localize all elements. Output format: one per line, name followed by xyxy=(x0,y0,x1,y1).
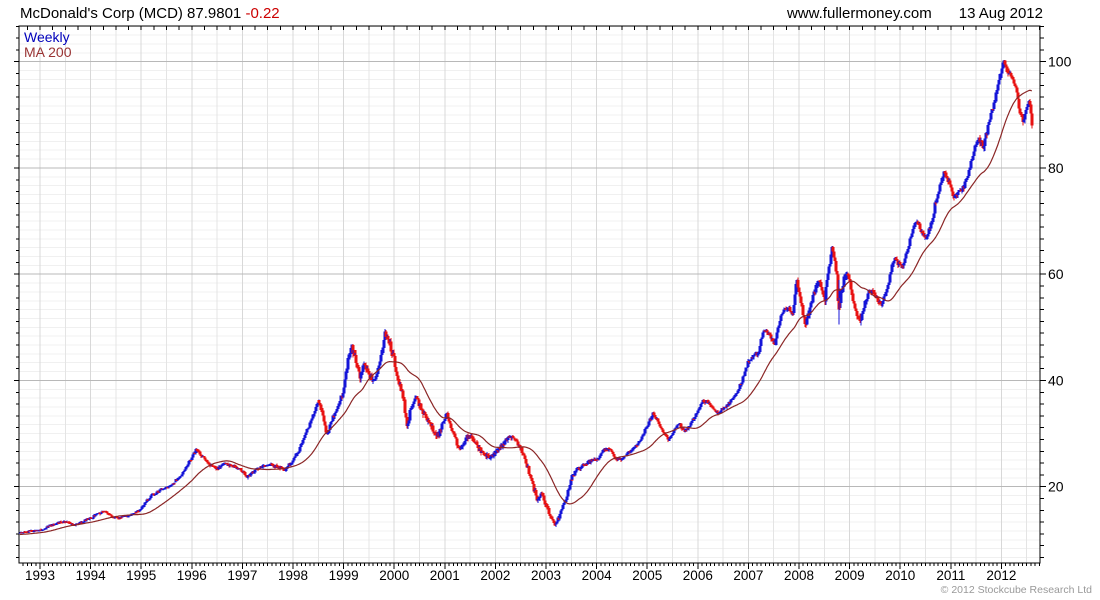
svg-text:2010: 2010 xyxy=(885,568,915,583)
instrument-title: McDonald's Corp (MCD) 87.9801 xyxy=(20,5,246,22)
svg-text:1994: 1994 xyxy=(76,568,107,583)
svg-text:20: 20 xyxy=(1048,479,1064,495)
svg-text:2012: 2012 xyxy=(986,568,1016,583)
header-right: www.fullermoney.com 13 Aug 2012 xyxy=(787,5,1043,22)
svg-text:1997: 1997 xyxy=(227,568,257,583)
svg-text:2006: 2006 xyxy=(683,568,713,583)
svg-text:40: 40 xyxy=(1048,372,1064,388)
svg-text:1996: 1996 xyxy=(177,568,207,583)
svg-text:1999: 1999 xyxy=(329,568,359,583)
fullermoney-chart-page: 20 40 60 80 100 1993 1994 1995 1996 1997 1998 1999 2… xyxy=(0,0,1100,600)
svg-text:2009: 2009 xyxy=(835,568,865,583)
svg-text:100: 100 xyxy=(1048,54,1072,70)
svg-text:2001: 2001 xyxy=(430,568,460,583)
svg-text:2005: 2005 xyxy=(632,568,662,583)
svg-text:60: 60 xyxy=(1048,266,1064,282)
svg-text:2003: 2003 xyxy=(531,568,561,583)
page-title: McDonald's Corp (MCD) 87.9801 -0.22 xyxy=(20,5,280,22)
fullermoney-url: www.fullermoney.com xyxy=(786,5,932,22)
price-change: -0.22 xyxy=(245,5,280,22)
svg-text:2002: 2002 xyxy=(480,568,510,583)
svg-text:80: 80 xyxy=(1048,160,1064,176)
ma-line-path xyxy=(19,89,1033,536)
svg-text:2008: 2008 xyxy=(784,568,814,583)
svg-text:2004: 2004 xyxy=(582,568,613,583)
svg-text:1995: 1995 xyxy=(126,568,156,583)
price-chart: 20 40 60 80 100 1993 1994 1995 1996 1997 1998 1999 2… xyxy=(14,25,1072,583)
x-axis-labels: 1993 1994 1995 1996 1997 1998 1999 2000 2001 2002… xyxy=(25,568,1016,583)
svg-text:2000: 2000 xyxy=(379,568,409,583)
copyright-label: © 2012 Stockcube Research Ltd xyxy=(940,584,1092,596)
svg-text:2007: 2007 xyxy=(733,568,763,583)
legend-ma-label: MA 200 xyxy=(24,44,72,60)
svg-text:1998: 1998 xyxy=(278,568,308,583)
svg-text:1993: 1993 xyxy=(25,568,55,583)
weekly-bars-layer xyxy=(18,59,1034,534)
y-axis-labels: 20 40 60 80 100 xyxy=(1048,54,1072,495)
date-label: 13 Aug 2012 xyxy=(958,5,1043,22)
legend-weekly-label: Weekly xyxy=(24,29,70,45)
svg-text:2011: 2011 xyxy=(936,568,965,583)
